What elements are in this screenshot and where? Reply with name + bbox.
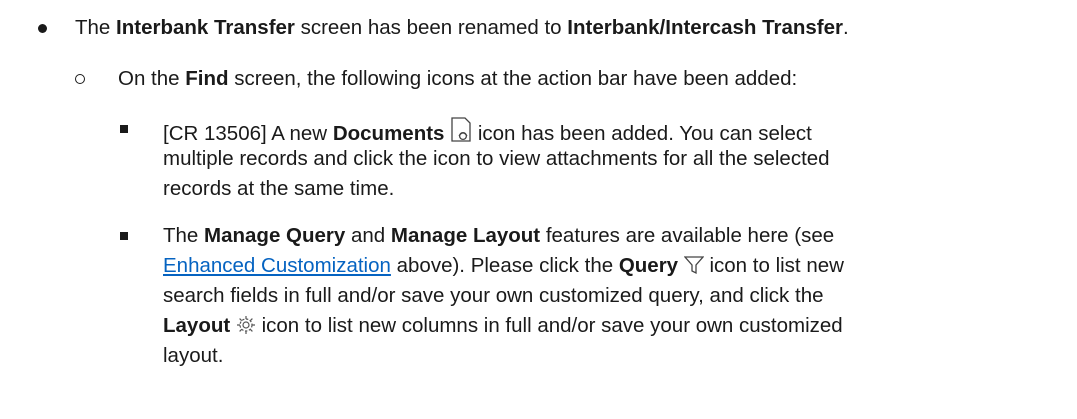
funnel-filter-icon bbox=[683, 255, 705, 281]
text: [CR 13506] A new bbox=[163, 122, 333, 145]
bold-new-name: Interbank/Intercash Transfer bbox=[567, 16, 843, 39]
text: icon to list new bbox=[703, 254, 844, 277]
bullet-level3 bbox=[120, 232, 128, 240]
text: features are available here (see bbox=[540, 224, 835, 247]
text: above). Please click the bbox=[390, 254, 619, 277]
documents-line-1: [CR 13506] A new Documents icon has been… bbox=[163, 117, 812, 149]
bold-old-name: Interbank Transfer bbox=[116, 16, 295, 39]
customization-line-2: Enhanced Customization above). Please cl… bbox=[163, 254, 844, 281]
bullet-level2 bbox=[75, 74, 85, 84]
bullet-text-find: On the Find screen, the following icons … bbox=[118, 67, 797, 91]
text: The bbox=[75, 16, 117, 39]
customization-line-1: The Manage Query and Manage Layout featu… bbox=[163, 224, 834, 248]
text: and bbox=[345, 224, 391, 247]
documents-line-2: multiple records and click the icon to v… bbox=[163, 147, 830, 170]
document-attachment-icon bbox=[450, 117, 472, 149]
gear-icon bbox=[236, 315, 256, 341]
text: icon to list new columns in full and/or … bbox=[255, 314, 843, 337]
bold-query: Query bbox=[618, 254, 679, 277]
customization-line-3: search fields in full and/or save your o… bbox=[163, 284, 824, 307]
text: The bbox=[163, 224, 205, 247]
bold-documents: Documents bbox=[332, 122, 445, 145]
text: screen has been renamed to bbox=[294, 16, 568, 39]
customization-line-5: layout. bbox=[163, 344, 224, 367]
bullet-level3 bbox=[120, 125, 128, 133]
text: . bbox=[843, 16, 849, 39]
text: On the bbox=[118, 67, 186, 90]
text: icon has been added. You can select bbox=[472, 122, 812, 145]
bold-find: Find bbox=[185, 67, 229, 90]
bullet-text-rename: The Interbank Transfer screen has been r… bbox=[75, 16, 849, 40]
bold-layout: Layout bbox=[163, 314, 231, 337]
enhanced-customization-link[interactable]: Enhanced Customization bbox=[163, 254, 391, 277]
text: screen, the following icons at the actio… bbox=[228, 67, 798, 90]
documents-line-3: records at the same time. bbox=[163, 177, 395, 200]
bold-manage-query: Manage Query bbox=[204, 224, 346, 247]
bold-manage-layout: Manage Layout bbox=[390, 224, 541, 247]
bullet-level1 bbox=[38, 24, 47, 33]
customization-line-4: Layout icon to list new columns in full … bbox=[163, 314, 843, 341]
